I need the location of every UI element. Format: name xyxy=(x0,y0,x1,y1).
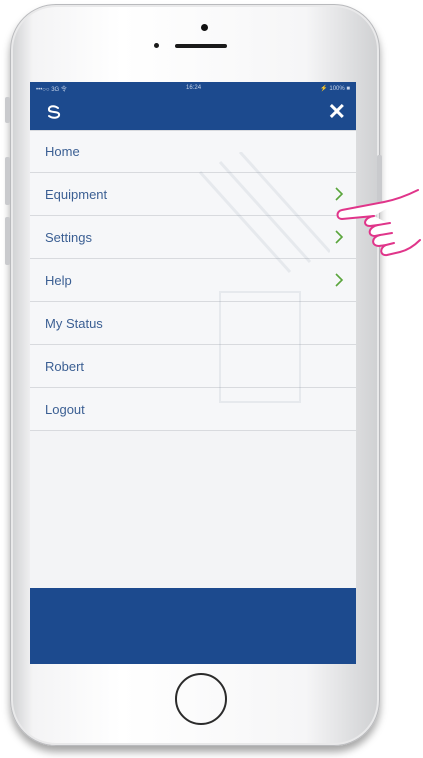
signal-carrier: •••○○ 3G 令 xyxy=(36,86,67,93)
bottom-bar xyxy=(30,588,356,664)
pointing-hand-icon xyxy=(336,189,421,257)
status-bar: •••○○ 3G 令 16:24 ⚡ 100% ■ xyxy=(30,82,356,94)
menu-item-label: Equipment xyxy=(45,186,108,202)
menu-item-label: Home xyxy=(45,144,80,159)
app-screen: •••○○ 3G 令 16:24 ⚡ 100% ■ ✕ Home Equipme… xyxy=(30,82,356,664)
status-time: 16:24 xyxy=(186,85,202,91)
menu-item-label: Logout xyxy=(45,401,85,417)
menu-item-label: Help xyxy=(45,272,72,288)
volume-down-button xyxy=(5,217,10,265)
front-camera xyxy=(201,24,208,31)
swirl-logo-icon[interactable] xyxy=(44,102,64,122)
close-icon[interactable]: ✕ xyxy=(328,101,346,123)
background-watermark xyxy=(198,152,330,403)
proximity-sensor xyxy=(154,43,159,48)
menu-item-label: Robert xyxy=(45,358,85,374)
menu-item-label: Settings xyxy=(45,229,92,245)
volume-up-button xyxy=(5,157,10,205)
earpiece-speaker xyxy=(175,44,227,48)
menu-item-label: My Status xyxy=(45,315,103,331)
battery-status: ⚡ 100% ■ xyxy=(320,85,350,92)
home-button[interactable] xyxy=(175,673,227,725)
chevron-right-icon xyxy=(335,273,344,287)
mute-switch xyxy=(5,97,10,123)
nav-header: ✕ xyxy=(30,94,356,130)
